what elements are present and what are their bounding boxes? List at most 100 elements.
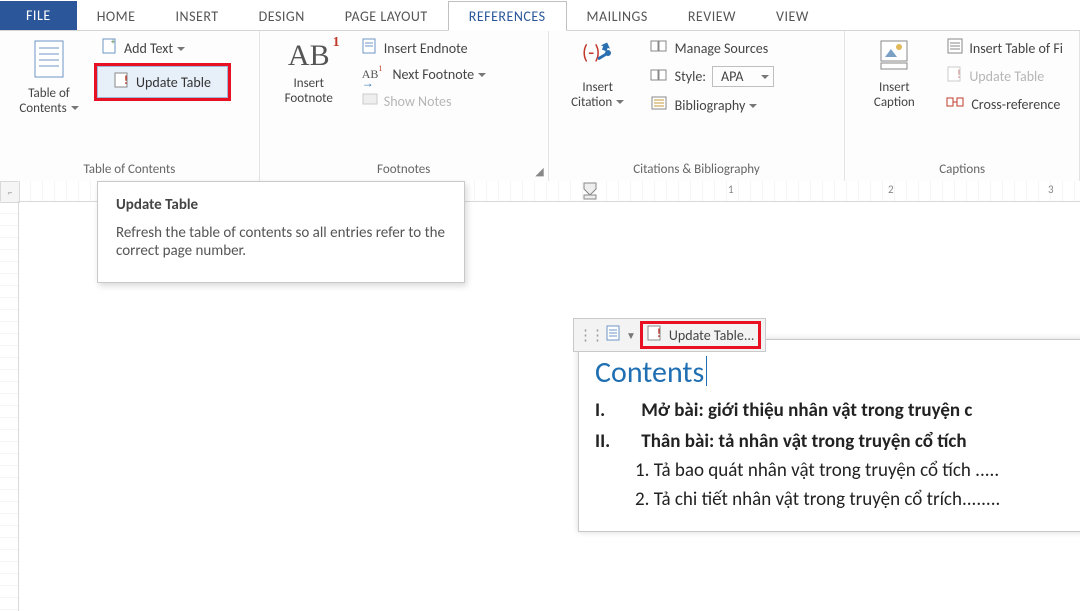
tooltip-body: Refresh the table of contents so all ent… (116, 224, 446, 260)
insert-footnote-button[interactable]: AB 1 InsertFootnote (268, 35, 350, 111)
tab-insert[interactable]: INSERT (156, 2, 239, 30)
update-table-icon: ! (114, 72, 130, 92)
svg-text:!: ! (957, 68, 961, 82)
tab-design[interactable]: DESIGN (239, 2, 325, 30)
tab-mailings[interactable]: MAILINGS (567, 2, 668, 30)
insert-citation-button[interactable]: (-) InsertCitation (557, 35, 639, 115)
insert-table-of-figures-label: Insert Table of Fi (969, 40, 1063, 57)
group-table-of-contents: Table ofContents + Add Text ! Update Tab… (0, 31, 260, 181)
toc-update-table-highlight: ! Update Table... (640, 321, 762, 349)
tab-references[interactable]: REFERENCES (448, 1, 567, 31)
toc-sub-1: 1. Tả bao quát nhân vật trong truyện cổ … (635, 459, 1080, 482)
tab-home[interactable]: HOME (77, 2, 156, 30)
chevron-down-icon (761, 75, 769, 83)
captions-update-table-button[interactable]: ! Update Table (939, 63, 1071, 89)
table-of-contents-button[interactable]: Table ofContents (8, 35, 90, 121)
toc-grip-icon[interactable]: ⋮⋮ (578, 326, 602, 345)
group-label-footnotes: Footnotes (268, 160, 540, 179)
captions-update-table-label: Update Table (969, 68, 1044, 85)
insert-footnote-label: InsertFootnote (285, 77, 333, 107)
caption-icon (877, 39, 911, 77)
next-footnote-icon: AB1→ (362, 67, 379, 82)
chevron-down-icon[interactable]: ▼ (626, 329, 636, 342)
insert-caption-button[interactable]: InsertCaption (853, 35, 935, 115)
ruler-num-1: 1 (728, 183, 734, 196)
endnote-icon (362, 38, 378, 58)
table-of-contents-label: Table ofContents (19, 87, 78, 117)
next-footnote-button[interactable]: AB1→ Next Footnote (354, 63, 494, 86)
insert-table-of-figures-button[interactable]: Insert Table of Fi (939, 35, 1071, 61)
toc-sub-2: 2. Tả chi tiết nhân vật trong truyện cổ … (635, 488, 1080, 511)
add-text-button[interactable]: + Add Text (94, 35, 231, 61)
toc-entry-1-num: I. (595, 399, 637, 422)
group-label-toc: Table of Contents (8, 160, 251, 179)
svg-text:+: + (111, 37, 115, 47)
toc-entry-1: I. Mở bài: giới thiệu nhân vật trong tru… (595, 399, 1080, 422)
indent-marker-icon[interactable] (580, 181, 602, 201)
manage-sources-label: Manage Sources (675, 40, 769, 57)
add-text-icon: + (102, 38, 118, 58)
bibliography-label: Bibliography (675, 97, 758, 114)
bibliography-button[interactable]: Bibliography (643, 92, 783, 118)
toc-entry-1-text: Mở bài: giới thiệu nhân vật trong truyện… (641, 399, 972, 422)
update-table-highlight: ! Update Table (94, 63, 231, 101)
cross-reference-button[interactable]: Cross-reference (939, 91, 1071, 117)
ribbon-tabs: FILE HOME INSERT DESIGN PAGE LAYOUT REFE… (0, 0, 1080, 31)
group-label-captions: Captions (853, 160, 1071, 179)
toc-field-control: ⋮⋮ ▼ ! Update Table... (573, 318, 766, 352)
tooltip-title: Update Table (116, 196, 446, 214)
style-label: Style: (675, 68, 706, 85)
manage-sources-button[interactable]: Manage Sources (643, 35, 783, 61)
show-notes-icon (362, 91, 378, 111)
style-dropdown[interactable]: APA (712, 66, 774, 87)
tab-review[interactable]: REVIEW (668, 2, 756, 30)
update-table-button[interactable]: ! Update Table (97, 66, 228, 98)
ruler-num-3: 3 (1048, 183, 1054, 196)
toc-icon (32, 39, 66, 83)
cross-reference-icon (947, 94, 965, 114)
tab-view[interactable]: VIEW (756, 2, 829, 30)
svg-text:!: ! (657, 327, 661, 341)
footnote-ab-icon: AB 1 (288, 39, 330, 73)
tooltip-update-table: Update Table Refresh the table of conten… (97, 181, 465, 283)
toc-update-table-label: Update Table... (669, 327, 755, 344)
document-body[interactable]: Contents I. Mở bài: giới thiệu nhân vật … (579, 340, 1080, 531)
insert-citation-label: InsertCitation (571, 81, 624, 111)
toc-entry-2-text: Thân bài: tả nhân vật trong truyện cổ tí… (641, 430, 966, 453)
bibliography-icon (651, 95, 669, 115)
group-citations: (-) InsertCitation Manage Sources Style: (549, 31, 846, 181)
tab-file[interactable]: FILE (0, 1, 77, 30)
group-label-citations: Citations & Bibliography (557, 160, 837, 179)
toc-entry-2: II. Thân bài: tả nhân vật trong truyện c… (595, 430, 1080, 453)
tab-page-layout[interactable]: PAGE LAYOUT (325, 2, 448, 30)
update-table-icon: ! (647, 325, 663, 345)
show-notes-label: Show Notes (384, 93, 452, 110)
insert-endnote-button[interactable]: Insert Endnote (354, 35, 494, 61)
toc-entry-2-num: II. (595, 430, 637, 453)
ab-text: AB (288, 39, 330, 72)
group-captions: InsertCaption Insert Table of Fi ! Updat… (845, 31, 1080, 181)
show-notes-button[interactable]: Show Notes (354, 88, 494, 114)
toc-update-table-button[interactable]: ! Update Table... (647, 325, 755, 345)
cross-reference-label: Cross-reference (971, 96, 1060, 113)
style-icon (651, 67, 669, 87)
ruler-num-2: 2 (888, 183, 894, 196)
style-value: APA (721, 68, 743, 85)
text-cursor (706, 356, 707, 386)
ab-super: 1 (333, 35, 340, 51)
toc-title-text: Contents (595, 354, 704, 391)
toc-title: Contents (595, 354, 1080, 391)
ruler-vertical[interactable] (0, 201, 19, 611)
update-table-label: Update Table (136, 74, 211, 91)
toc-menu-icon[interactable] (606, 325, 622, 345)
ruler-corner: ⌐ (0, 181, 20, 203)
next-footnote-label: Next Footnote (392, 66, 486, 83)
table-of-figures-icon (947, 38, 963, 58)
insert-caption-label: InsertCaption (874, 81, 915, 111)
citation-icon: (-) (578, 39, 618, 77)
captions-update-table-icon: ! (947, 66, 963, 86)
document-page: ⋮⋮ ▼ ! Update Table... Contents I. Mở b (578, 339, 1080, 532)
svg-text:!: ! (124, 74, 128, 88)
group-footnotes: AB 1 InsertFootnote Insert Endnote AB1→ … (260, 31, 549, 181)
footnotes-dialog-launcher[interactable]: ◢ (535, 165, 543, 178)
